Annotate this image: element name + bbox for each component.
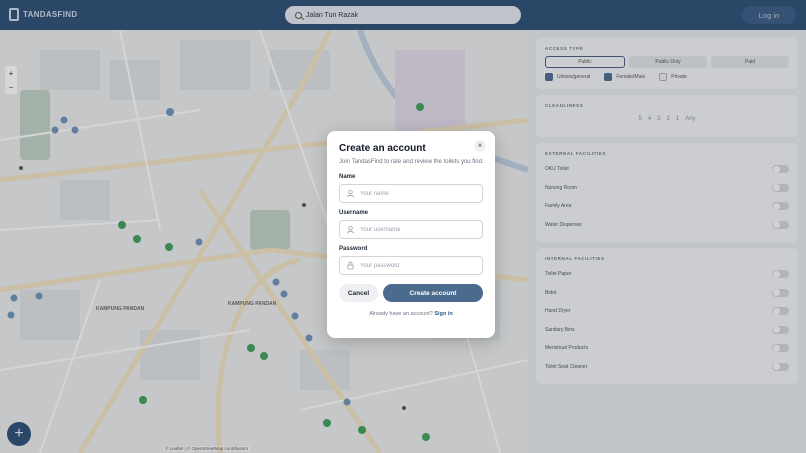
username-field-wrapper <box>339 220 483 239</box>
name-input[interactable] <box>360 190 480 197</box>
signin-link[interactable]: Sign in <box>434 311 452 317</box>
name-field-wrapper <box>339 184 483 203</box>
dialog-actions: Cancel Create account <box>339 284 483 302</box>
dialog-subtitle: Join TandasFind to rate and review the t… <box>339 159 484 165</box>
password-label: Password <box>339 246 368 252</box>
password-field-wrapper <box>339 256 483 275</box>
username-label: Username <box>339 210 369 216</box>
dialog-title: Create an account <box>339 143 426 154</box>
name-label: Name <box>339 174 356 180</box>
close-icon[interactable]: × <box>474 140 486 152</box>
signin-prompt-row: Already have an account? Sign in <box>339 311 483 317</box>
create-account-button[interactable]: Create account <box>383 284 483 302</box>
signin-prompt: Already have an account? <box>369 311 433 317</box>
create-account-dialog: × Create an account Join TandasFind to r… <box>327 131 495 338</box>
user-icon <box>346 225 355 234</box>
user-icon <box>346 189 355 198</box>
lock-icon <box>347 261 354 270</box>
username-input[interactable] <box>360 226 480 233</box>
password-input[interactable] <box>360 262 480 269</box>
cancel-button[interactable]: Cancel <box>339 284 378 302</box>
